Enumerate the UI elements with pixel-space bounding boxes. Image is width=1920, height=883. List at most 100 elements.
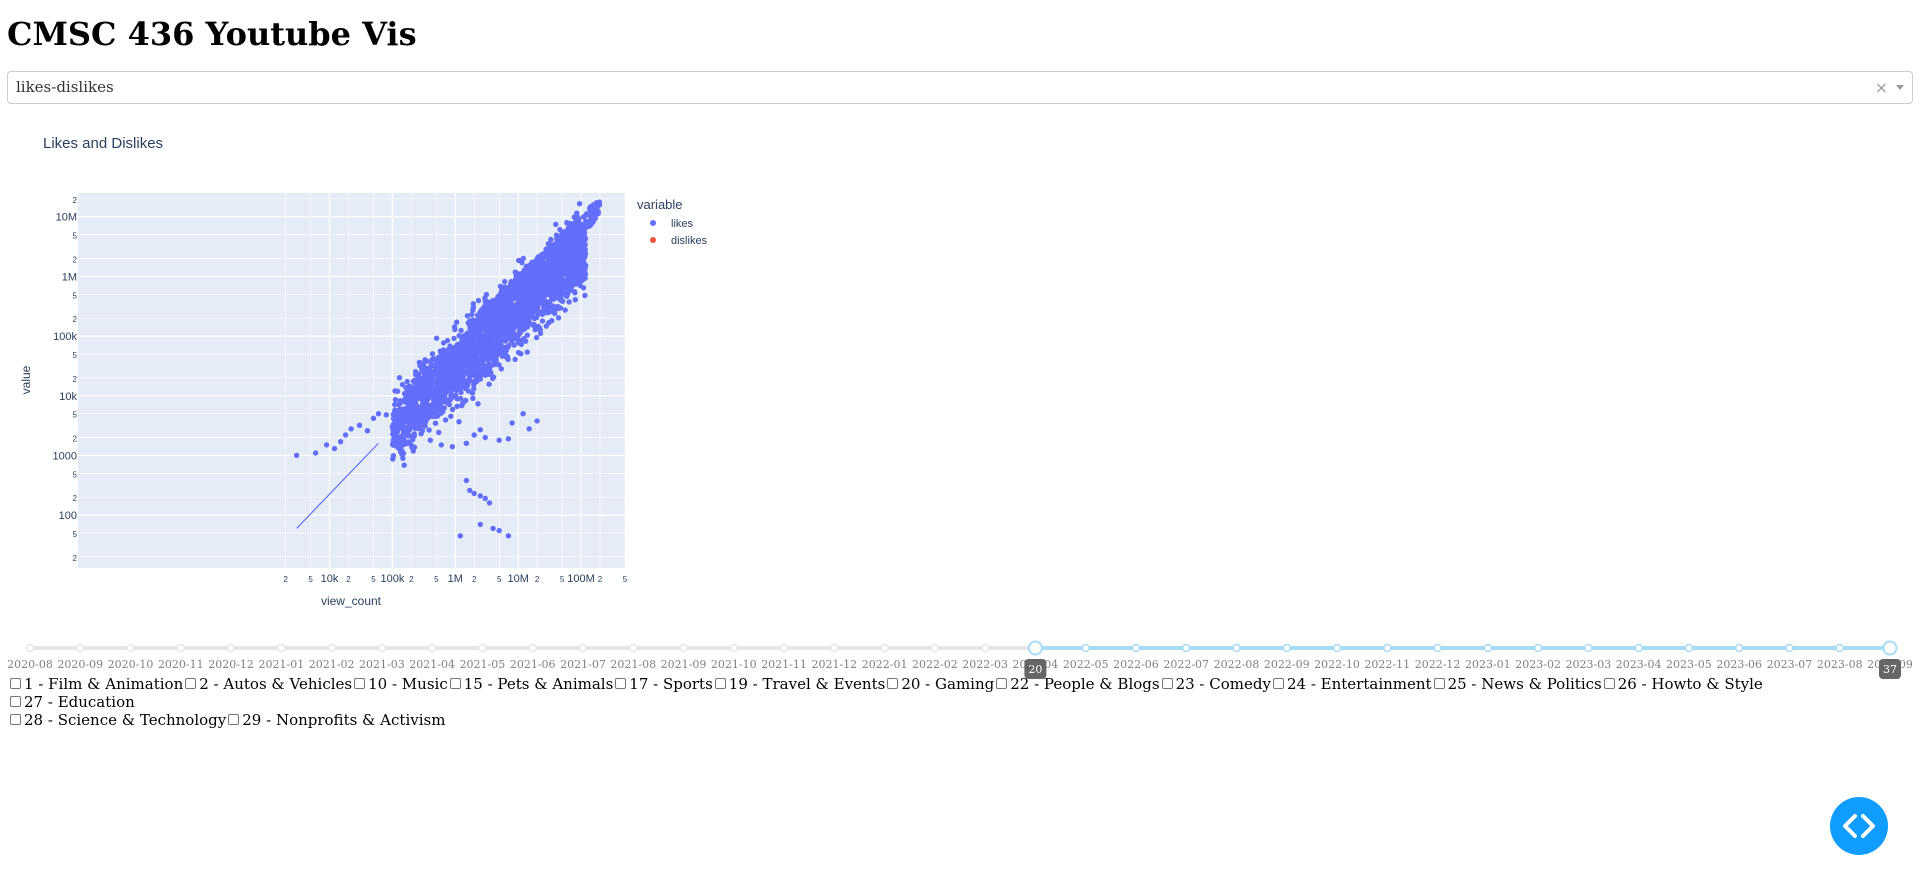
data-point-likes[interactable] <box>496 527 502 534</box>
data-point-likes[interactable] <box>524 300 531 306</box>
data-point-likes[interactable] <box>452 364 458 370</box>
data-point-likes[interactable] <box>509 296 515 303</box>
slider-mark-label[interactable]: 2020-12 <box>208 658 254 671</box>
data-point-likes[interactable] <box>548 236 554 243</box>
slider-mark-label[interactable]: 2022-09 <box>1264 658 1310 671</box>
data-point-likes[interactable] <box>516 257 522 264</box>
data-point-likes[interactable] <box>399 381 406 388</box>
likes-dislikes-graph[interactable]: Likes and Dislikes 2 5 10k 2 5 100k 2 5 1M 2 5 10M 2… <box>7 120 807 620</box>
dev-tools-button[interactable] <box>1830 797 1888 855</box>
category-checkbox-item[interactable]: 15 - Pets & Animals <box>449 675 613 693</box>
category-checkbox-item[interactable]: 28 - Science & Technology <box>10 711 226 729</box>
data-point-likes[interactable] <box>572 297 578 303</box>
checkbox[interactable] <box>887 678 899 689</box>
slider-mark-dot[interactable] <box>327 643 336 653</box>
data-point-likes[interactable] <box>567 272 574 278</box>
data-point-likes[interactable] <box>407 440 413 446</box>
data-point-likes[interactable] <box>517 285 523 292</box>
checkbox[interactable] <box>10 678 21 689</box>
data-point-likes[interactable] <box>389 424 396 430</box>
slider-mark-dot[interactable] <box>729 643 739 653</box>
data-point-likes[interactable] <box>555 315 562 321</box>
category-checkbox-item[interactable]: 24 - Entertainment <box>1272 675 1432 693</box>
data-point-likes[interactable] <box>483 341 489 347</box>
data-point-likes[interactable] <box>516 300 523 306</box>
slider-mark-dot[interactable] <box>1835 643 1844 653</box>
slider-mark-label[interactable]: 2022-11 <box>1364 658 1410 671</box>
data-point-likes[interactable] <box>527 305 533 311</box>
data-point-likes[interactable] <box>459 348 466 354</box>
slider-mark-dot[interactable] <box>1533 643 1543 653</box>
data-point-likes[interactable] <box>463 440 470 446</box>
slider-mark-label[interactable]: 2021-12 <box>811 658 857 671</box>
data-point-likes[interactable] <box>553 244 559 250</box>
data-point-likes[interactable] <box>553 221 559 227</box>
data-point-likes[interactable] <box>502 278 508 285</box>
data-point-likes[interactable] <box>419 428 426 434</box>
data-point-likes[interactable] <box>475 297 482 304</box>
slider-mark-label[interactable]: 2021-03 <box>359 658 405 671</box>
data-point-likes[interactable] <box>498 329 505 336</box>
data-point-likes[interactable] <box>524 280 530 286</box>
data-point-likes[interactable] <box>454 378 460 384</box>
data-point-likes[interactable] <box>486 500 493 506</box>
data-point-likes[interactable] <box>482 364 489 370</box>
checkbox[interactable] <box>185 678 197 689</box>
data-point-likes[interactable] <box>411 444 418 450</box>
data-point-likes[interactable] <box>539 318 546 324</box>
slider-mark-label[interactable]: 2023-05 <box>1666 658 1712 671</box>
data-point-likes[interactable] <box>558 297 564 303</box>
data-point-likes[interactable] <box>521 314 528 320</box>
data-point-likes[interactable] <box>574 281 580 287</box>
data-point-likes[interactable] <box>492 313 499 319</box>
data-point-likes[interactable] <box>491 356 497 362</box>
data-point-likes[interactable] <box>490 525 496 532</box>
data-point-likes[interactable] <box>417 363 423 369</box>
slider-mark-dot[interactable] <box>478 643 487 653</box>
data-point-likes[interactable] <box>559 272 565 279</box>
data-point-likes[interactable] <box>457 387 463 393</box>
category-checkbox-item[interactable]: 19 - Travel & Events <box>714 675 885 693</box>
data-point-likes[interactable] <box>501 296 507 303</box>
data-point-likes[interactable] <box>554 287 560 293</box>
data-point-likes[interactable] <box>560 278 567 284</box>
data-point-likes[interactable] <box>524 268 530 274</box>
data-point-likes[interactable] <box>512 313 518 319</box>
data-point-likes[interactable] <box>395 445 402 451</box>
category-checkbox-item[interactable]: 23 - Comedy <box>1161 675 1271 693</box>
data-point-likes[interactable] <box>432 420 439 426</box>
data-point-likes[interactable] <box>451 335 457 342</box>
data-point-likes[interactable] <box>454 396 461 402</box>
data-point-likes[interactable] <box>491 325 498 331</box>
slider-mark-dot[interactable] <box>25 643 35 653</box>
data-point-likes[interactable] <box>482 495 488 502</box>
data-point-likes[interactable] <box>457 533 463 539</box>
slider-mark-dot[interactable] <box>1282 643 1292 653</box>
data-point-likes[interactable] <box>471 432 477 438</box>
checkbox[interactable] <box>615 678 627 689</box>
slider-mark-dot[interactable] <box>1634 643 1643 653</box>
data-point-likes[interactable] <box>545 299 551 306</box>
data-point-likes[interactable] <box>477 427 483 433</box>
data-point-likes[interactable] <box>551 272 558 278</box>
data-point-likes[interactable] <box>508 278 514 285</box>
data-point-likes[interactable] <box>569 264 575 270</box>
slider-mark-dot[interactable] <box>126 643 135 653</box>
category-checkbox-item[interactable]: 17 - Sports <box>615 675 713 693</box>
slider-mark-label[interactable]: 2021-09 <box>661 658 707 671</box>
data-point-likes[interactable] <box>383 412 389 418</box>
data-point-likes[interactable] <box>432 402 438 408</box>
data-point-likes[interactable] <box>427 437 433 443</box>
data-point-likes[interactable] <box>540 261 547 267</box>
data-point-likes[interactable] <box>375 411 382 417</box>
data-point-likes[interactable] <box>477 493 483 499</box>
data-point-likes[interactable] <box>505 287 512 294</box>
data-point-likes[interactable] <box>520 255 526 262</box>
data-point-likes[interactable] <box>425 384 432 390</box>
data-point-likes[interactable] <box>405 403 412 409</box>
data-point-likes[interactable] <box>592 215 598 222</box>
data-point-likes[interactable] <box>562 307 568 313</box>
data-point-likes[interactable] <box>468 332 474 339</box>
data-point-likes[interactable] <box>390 456 396 462</box>
slider-mark-label[interactable]: 2020-08 <box>7 658 53 671</box>
